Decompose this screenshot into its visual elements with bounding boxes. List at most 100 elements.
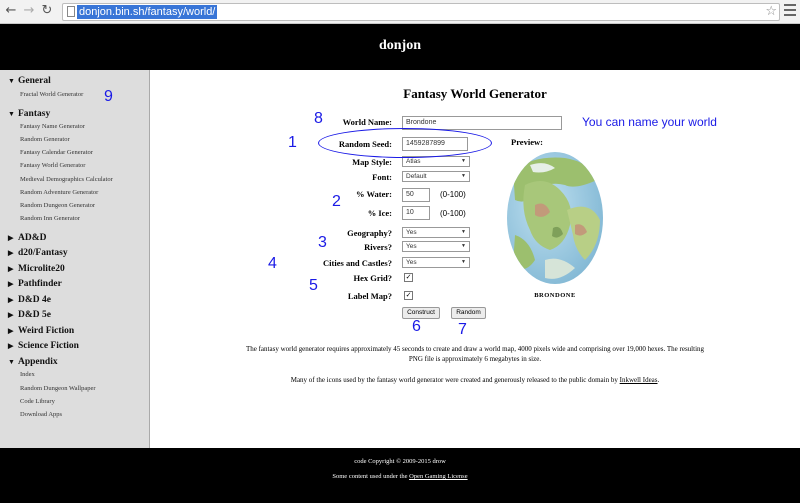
- sidebar-item[interactable]: Random Dungeon Wallpaper: [20, 385, 96, 392]
- inkwell-ideas-link[interactable]: Inkwell Ideas: [620, 376, 658, 384]
- annotation-9: 9: [104, 88, 113, 105]
- triangle-down-icon: ▼: [8, 109, 15, 118]
- hex-grid-label: Hex Grid?: [353, 273, 392, 283]
- ice-range-hint: (0-100): [440, 209, 466, 218]
- bookmark-star-icon[interactable]: ☆: [765, 4, 777, 20]
- label-map-label: Label Map?: [347, 291, 392, 301]
- font-select[interactable]: Default ▼: [402, 171, 470, 182]
- sidebar-section-label: D&D 4e: [18, 294, 51, 305]
- triangle-right-icon: ▶: [8, 295, 14, 304]
- triangle-right-icon: ▶: [8, 233, 14, 242]
- chevron-down-icon: ▼: [461, 173, 466, 179]
- chevron-down-icon: ▼: [461, 243, 466, 249]
- construct-button[interactable]: Construct: [402, 307, 440, 319]
- annotation-5: 5: [309, 277, 318, 294]
- sidebar-section-5[interactable]: ▶ Pathfinder: [8, 279, 62, 289]
- sidebar-item[interactable]: Random Inn Generator: [20, 215, 80, 222]
- chevron-down-icon: ▼: [461, 259, 466, 265]
- copyright-text: code Copyright © 2009-2015 drow: [354, 458, 446, 465]
- sidebar-item[interactable]: Fantasy World Generator: [20, 162, 85, 169]
- triangle-right-icon: ▶: [8, 264, 14, 273]
- sidebar-item[interactable]: Random Adventure Generator: [20, 189, 98, 196]
- chevron-down-icon: ▼: [461, 229, 466, 235]
- triangle-right-icon: ▶: [8, 342, 14, 351]
- globe-preview-image: [507, 152, 603, 284]
- sidebar-section-9[interactable]: ▶ Science Fiction: [8, 341, 79, 351]
- sidebar-section-label: Fantasy: [18, 108, 51, 119]
- address-bar[interactable]: donjon.bin.sh/fantasy/world/ ☆: [62, 3, 780, 21]
- sidebar-section-1[interactable]: ▼ Fantasy: [8, 109, 50, 119]
- license-text: Some content used under the Open Gaming …: [332, 473, 468, 480]
- sidebar-section-label: Science Fiction: [18, 341, 79, 352]
- url-text[interactable]: donjon.bin.sh/fantasy/world/: [77, 5, 218, 19]
- sidebar-section-6[interactable]: ▶ D&D 4e: [8, 295, 51, 305]
- annotation-7: 7: [458, 321, 467, 338]
- sidebar-item[interactable]: Fantasy Calendar Generator: [20, 149, 93, 156]
- sidebar-item[interactable]: Fantasy Name Generator: [20, 123, 85, 130]
- chevron-down-icon: ▼: [461, 158, 466, 164]
- sidebar-section-label: d20/Fantasy: [18, 248, 68, 259]
- ice-label: % Ice:: [367, 208, 392, 218]
- water-range-hint: (0-100): [440, 190, 466, 199]
- hex-grid-checkbox[interactable]: ✓: [404, 273, 413, 282]
- site-footer: code Copyright © 2009-2015 drow Some con…: [0, 448, 800, 503]
- annotation-8: 8: [314, 110, 323, 127]
- triangle-right-icon: ▶: [8, 311, 14, 320]
- geography-select[interactable]: Yes ▼: [402, 227, 470, 238]
- sidebar-item[interactable]: Random Dungeon Generator: [20, 202, 95, 209]
- sidebar-section-label: Appendix: [18, 356, 58, 367]
- sidebar-section-7[interactable]: ▶ D&D 5e: [8, 310, 51, 320]
- annotation-4: 4: [268, 255, 277, 272]
- sidebar-section-8[interactable]: ▶ Weird Fiction: [8, 326, 74, 336]
- triangle-right-icon: ▶: [8, 326, 14, 335]
- sidebar-section-0[interactable]: ▼ General: [8, 76, 51, 86]
- page-icon: [67, 6, 75, 17]
- annotation-3: 3: [318, 234, 327, 251]
- sidebar: ▼ General Fractal World Generator ▼ Fantasy F…: [0, 70, 150, 448]
- sidebar-section-2[interactable]: ▶ AD&D: [8, 233, 47, 243]
- cities-select[interactable]: Yes ▼: [402, 257, 470, 268]
- preview-world-name: BRONDONE: [534, 292, 576, 299]
- map-style-label: Map Style:: [352, 157, 392, 167]
- triangle-down-icon: ▼: [8, 357, 15, 366]
- sidebar-section-label: General: [18, 76, 51, 86]
- sidebar-section-label: Microlite20: [18, 263, 65, 274]
- reload-icon[interactable]: ↻: [40, 4, 54, 18]
- forward-icon[interactable]: →: [22, 4, 36, 18]
- back-icon[interactable]: ←: [4, 4, 18, 18]
- sidebar-item[interactable]: Fractal World Generator: [20, 91, 83, 98]
- water-label: % Water:: [356, 189, 392, 199]
- ice-input[interactable]: 10: [402, 206, 430, 220]
- label-map-checkbox[interactable]: ✓: [404, 291, 413, 300]
- site-title[interactable]: donjon: [0, 38, 800, 54]
- sidebar-section-label: Pathfinder: [18, 279, 62, 290]
- font-label: Font:: [372, 172, 392, 182]
- sidebar-section-3[interactable]: ▶ d20/Fantasy: [8, 248, 68, 258]
- triangle-right-icon: ▶: [8, 280, 14, 289]
- rivers-select[interactable]: Yes ▼: [402, 241, 470, 252]
- annotation-ellipse: [318, 128, 492, 158]
- triangle-down-icon: ▼: [8, 77, 15, 85]
- sidebar-section-4[interactable]: ▶ Microlite20: [8, 264, 65, 274]
- annotation-2: 2: [332, 193, 341, 210]
- annotation-name-note: You can name your world: [582, 115, 717, 129]
- water-input[interactable]: 50: [402, 188, 430, 202]
- sidebar-item[interactable]: Medieval Demographics Calculator: [20, 176, 113, 183]
- sidebar-item[interactable]: Download Apps: [20, 411, 62, 418]
- random-button[interactable]: Random: [451, 307, 486, 319]
- triangle-right-icon: ▶: [8, 249, 14, 258]
- sidebar-item[interactable]: Random Generator: [20, 136, 70, 143]
- open-gaming-license-link[interactable]: Open Gaming License: [409, 473, 467, 480]
- sidebar-section-label: D&D 5e: [18, 310, 51, 321]
- sidebar-section-label: Weird Fiction: [18, 325, 75, 336]
- browser-toolbar: ← → ↻ donjon.bin.sh/fantasy/world/ ☆: [0, 0, 800, 24]
- page-title: Fantasy World Generator: [403, 86, 547, 101]
- preview-label: Preview:: [511, 137, 543, 147]
- credits-paragraph: Many of the icons used by the fantasy wo…: [290, 376, 660, 384]
- sidebar-section-label: AD&D: [18, 232, 47, 243]
- sidebar-item[interactable]: Code Library: [20, 398, 55, 405]
- sidebar-item[interactable]: Index: [20, 371, 35, 378]
- description-paragraph: The fantasy world generator requires app…: [245, 345, 705, 363]
- menu-icon[interactable]: [784, 4, 796, 18]
- sidebar-section-10[interactable]: ▼ Appendix: [8, 357, 58, 367]
